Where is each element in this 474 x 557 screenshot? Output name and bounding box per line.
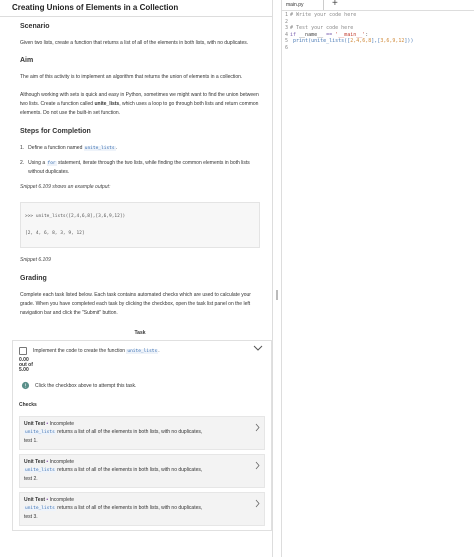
step-text: Using a for statement, iterate through t… (28, 159, 260, 177)
check-test: test 2. (24, 475, 38, 482)
task-code: unite_lists (126, 348, 159, 354)
panel-resize-handle[interactable] (276, 290, 278, 300)
code-snippet: >>> unite_lists([2,4,6,8],[3,6,9,12]) [2… (20, 202, 260, 248)
status-dot-icon: • (46, 496, 49, 503)
check-desc: unite_lists returns a list of all of the… (24, 428, 260, 445)
line-number: 6 (284, 44, 288, 51)
scenario-heading: Scenario (20, 23, 50, 30)
step-number: 1. (20, 145, 25, 151)
snippet-label: Snippet 6.109 (20, 257, 51, 263)
aim-text-2: Although working with sets is quick and … (20, 91, 260, 118)
task-score: 0.00 out of 5.00 (19, 357, 265, 374)
steps-list: 1. Define a function named unite_lists. 2… (20, 144, 260, 177)
instructions-panel: Creating Unions of Elements in a Collect… (0, 0, 273, 557)
check-code: unite_lists (24, 505, 56, 511)
check-status: Incomplete (49, 420, 75, 427)
step-number: 2. (20, 160, 25, 166)
chevron-down-icon[interactable] (253, 344, 263, 352)
step-text: Define a function named unite_lists. (28, 144, 117, 153)
step-text-post: . (115, 145, 117, 151)
grading-text: Complete each task listed below. Each ta… (20, 292, 251, 316)
code-function: print (293, 38, 309, 44)
task-text: Implement the code to create the functio… (33, 348, 160, 354)
code-punct: ],[ (371, 38, 381, 44)
code-call: (unite_lists([ (308, 38, 351, 44)
grading-heading: Grading (20, 275, 47, 282)
task-checkbox[interactable] (19, 346, 27, 355)
task-text-pre: Implement the code to create the functio… (33, 347, 127, 354)
check-desc-text: returns a list of all of the elements in… (55, 466, 203, 473)
aim-heading: Aim (20, 57, 34, 64)
checks-heading: Checks (19, 401, 37, 408)
task-box: Implement the code to create the functio… (12, 340, 272, 531)
check-title: Unit Test (24, 496, 46, 503)
check-header: Unit Test • Incomplete (24, 458, 260, 466)
check-code: unite_lists (24, 467, 56, 473)
task-hint: ! Click the checkbox above to attempt th… (21, 380, 265, 392)
check-desc-text: returns a list of all of the elements in… (55, 504, 203, 511)
step-text-post: statement, iterate through the two lists… (28, 160, 250, 175)
check-item[interactable]: Unit Test • Incomplete unite_lists retur… (19, 453, 265, 488)
check-title: Unit Test (24, 420, 46, 427)
check-header: Unit Test • Incomplete (24, 496, 260, 504)
tab-main-py[interactable]: main.py (284, 0, 324, 10)
hint-text: Click the checkbox above to attempt this… (35, 382, 137, 389)
chevron-right-icon[interactable] (255, 461, 260, 470)
snippet-caption: Snippet 6.109 shows an example output: (20, 184, 111, 190)
status-dot-icon: • (46, 458, 49, 465)
scenario-text: Given two lists, create a function that … (20, 40, 249, 46)
chevron-right-icon[interactable] (255, 423, 260, 432)
check-desc-text: returns a list of all of the elements in… (55, 428, 203, 435)
check-test: test 3. (24, 513, 38, 520)
code-editor[interactable]: 1 # Write your code here 2 3 # Test your c… (282, 11, 474, 51)
check-desc: unite_lists returns a list of all of the… (24, 466, 260, 483)
step-code: for (46, 161, 57, 166)
aim-text: The aim of this activity is to implement… (20, 74, 243, 80)
step-text-pre: Define a function named (28, 145, 84, 151)
code-comment: # Write your code here (290, 12, 357, 18)
task-label: Task (134, 330, 146, 336)
editor-line: 6 (282, 45, 474, 52)
code-number: 3,6,9,12 (380, 38, 405, 44)
step-item: 2. Using a for statement, iterate through… (20, 159, 260, 177)
status-dot-icon: • (46, 420, 49, 427)
check-desc: unite_lists returns a list of all of the… (24, 504, 260, 521)
check-item[interactable]: Unit Test • Incomplete unite_lists retur… (19, 415, 265, 450)
editor-tabs: main.py + (282, 0, 474, 11)
check-test: test 1. (24, 437, 38, 444)
check-status: Incomplete (49, 458, 75, 465)
code-line: [2, 4, 6, 8, 3, 9, 12] (25, 231, 85, 236)
step-item: 1. Define a function named unite_lists. (20, 144, 260, 153)
check-header: Unit Test • Incomplete (24, 420, 260, 428)
code-punct: ])) (404, 38, 414, 44)
steps-heading: Steps for Completion (20, 128, 91, 135)
chevron-right-icon[interactable] (255, 499, 260, 508)
code-line: >>> unite_lists([2,4,6,8],[3,6,9,12]) (25, 214, 126, 219)
step-text-pre: Using a (28, 160, 47, 166)
check-item[interactable]: Unit Test • Incomplete unite_lists retur… (19, 491, 265, 526)
svg-text:!: ! (24, 384, 26, 390)
editor-panel: main.py + 1 # Write your code here 2 3 # T… (281, 0, 474, 557)
check-code: unite_lists (24, 429, 56, 435)
code-number: 2,4,6,8 (350, 38, 372, 44)
task-text-post: . (158, 347, 160, 354)
step-code: unite_lists (83, 146, 116, 151)
task-row[interactable]: Implement the code to create the functio… (19, 345, 265, 356)
check-title: Unit Test (24, 458, 46, 465)
check-status: Incomplete (49, 496, 75, 503)
hint-icon: ! (21, 382, 30, 390)
page-title: Creating Unions of Elements in a Collect… (0, 0, 272, 17)
aim-text-2-bold: unite_lists (94, 101, 120, 107)
score-max: 5.00 (19, 367, 29, 374)
plus-icon[interactable]: + (332, 0, 338, 10)
